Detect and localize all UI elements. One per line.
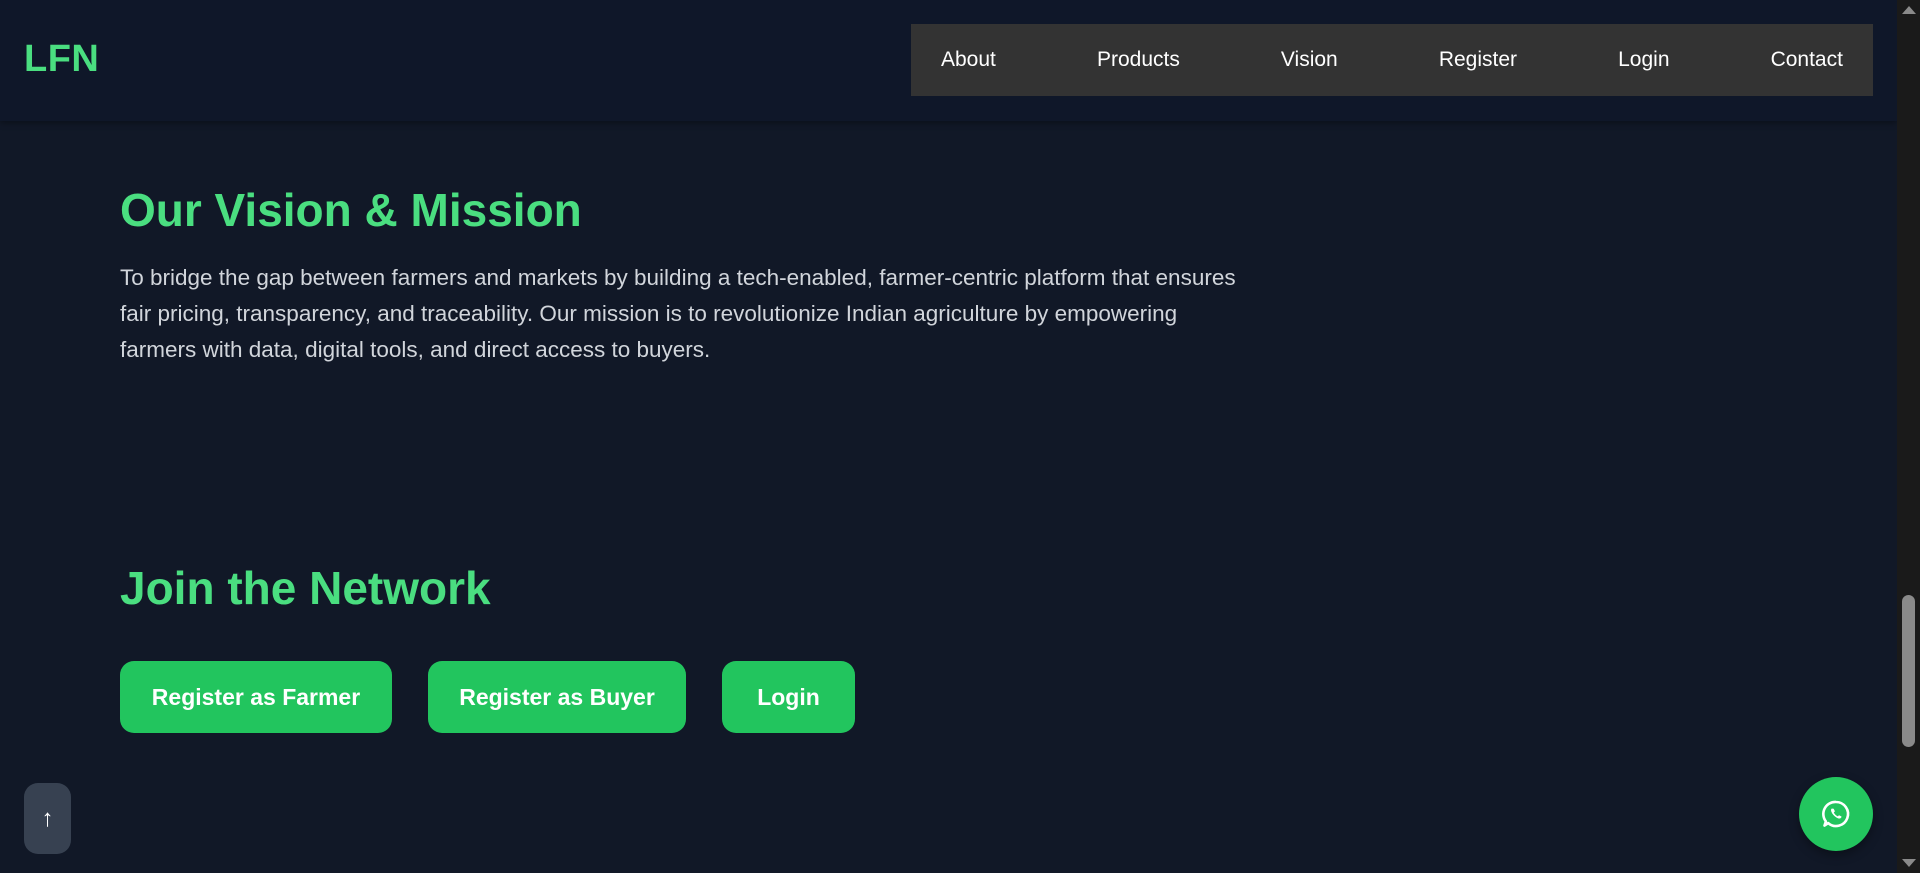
nav-item-contact[interactable]: Contact	[1771, 48, 1843, 72]
join-title: Join the Network	[120, 562, 491, 614]
logo[interactable]: LFN	[24, 38, 99, 81]
vertical-scrollbar[interactable]	[1897, 0, 1920, 873]
site-header: LFN About Products Vision Register Login…	[0, 0, 1897, 121]
scrollbar-thumb[interactable]	[1902, 595, 1915, 747]
whatsapp-button[interactable]	[1799, 777, 1873, 851]
main-nav: About Products Vision Register Login Con…	[911, 24, 1873, 96]
nav-item-about[interactable]: About	[941, 48, 996, 72]
whatsapp-icon	[1822, 800, 1850, 828]
page: LFN About Products Vision Register Login…	[0, 0, 1920, 873]
arrow-up-icon: ↑	[41, 804, 54, 832]
register-farmer-button[interactable]: Register as Farmer	[120, 661, 392, 733]
scroll-down-arrow-icon[interactable]	[1902, 859, 1916, 867]
vision-title: Our Vision & Mission	[120, 184, 582, 236]
nav-item-vision[interactable]: Vision	[1281, 48, 1338, 72]
nav-item-login[interactable]: Login	[1618, 48, 1669, 72]
nav-item-products[interactable]: Products	[1097, 48, 1180, 72]
login-button[interactable]: Login	[722, 661, 855, 733]
scroll-top-button[interactable]: ↑	[24, 783, 71, 854]
register-buyer-button[interactable]: Register as Buyer	[428, 661, 686, 733]
scroll-up-arrow-icon[interactable]	[1902, 6, 1916, 14]
vision-text: To bridge the gap between farmers and ma…	[120, 265, 1236, 362]
nav-item-register[interactable]: Register	[1439, 48, 1517, 72]
